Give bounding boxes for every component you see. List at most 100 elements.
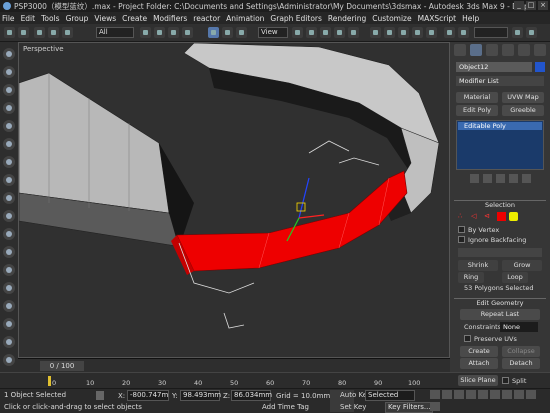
go-to-end-icon[interactable]	[478, 390, 488, 399]
tool-icon-4[interactable]	[3, 102, 15, 114]
tool-icon-16[interactable]	[3, 318, 15, 330]
tool-icon-9[interactable]	[3, 192, 15, 204]
shrink-button[interactable]: Shrink	[458, 260, 498, 271]
coordinate-system-dropdown[interactable]: View	[258, 27, 288, 38]
mirror-icon[interactable]	[370, 27, 381, 38]
display-tab-icon[interactable]	[518, 44, 530, 56]
menu-tools[interactable]: Tools	[41, 14, 59, 23]
menu-graph-editors[interactable]: Graph Editors	[270, 14, 322, 23]
detach-button[interactable]: Detach	[502, 358, 540, 369]
attach-button[interactable]: Attach	[460, 358, 498, 369]
manipulate-icon[interactable]	[306, 27, 317, 38]
menu-modifiers[interactable]: Modifiers	[153, 14, 187, 23]
modifier-stack[interactable]: Editable Poly	[456, 120, 544, 170]
go-to-start-icon[interactable]	[430, 390, 440, 399]
key-filters-button[interactable]: Key Filters...	[385, 402, 433, 413]
create-button[interactable]: Create	[460, 346, 498, 357]
selection-rollout-header[interactable]: Selection	[454, 200, 546, 209]
selection-filter-dropdown[interactable]: All	[96, 27, 134, 38]
edge-level-icon[interactable]: ◁	[471, 212, 481, 221]
next-frame-icon[interactable]	[466, 390, 476, 399]
tool-icon-8[interactable]	[3, 174, 15, 186]
tool-icon-2[interactable]	[3, 66, 15, 78]
maximize-viewport-icon[interactable]	[430, 402, 440, 411]
create-tab-icon[interactable]	[454, 44, 466, 56]
time-slider[interactable]: 0 / 100	[18, 358, 450, 372]
y-coordinate-field[interactable]: 98.493mm	[180, 390, 221, 401]
menu-animation[interactable]: Animation	[226, 14, 264, 23]
hierarchy-tab-icon[interactable]	[486, 44, 498, 56]
tool-icon-5[interactable]	[3, 120, 15, 132]
menu-create[interactable]: Create	[122, 14, 147, 23]
align-icon[interactable]	[384, 27, 395, 38]
select-move-icon[interactable]	[208, 27, 219, 38]
select-object-icon[interactable]	[140, 27, 151, 38]
show-end-result-icon[interactable]	[482, 174, 492, 183]
menu-rendering[interactable]: Rendering	[328, 14, 366, 23]
collapse-button[interactable]: Collapse	[502, 346, 540, 357]
configure-sets-icon[interactable]	[521, 174, 531, 183]
menu-edit[interactable]: Edit	[21, 14, 36, 23]
set-key-button[interactable]: Set Key	[340, 403, 366, 411]
angle-snap-icon[interactable]	[334, 27, 345, 38]
menu-file[interactable]: File	[2, 14, 15, 23]
edit-geometry-rollout-header[interactable]: Edit Geometry	[454, 298, 546, 307]
minimize-button[interactable]: _	[514, 1, 524, 10]
modify-tab-icon[interactable]	[470, 44, 482, 56]
perspective-viewport[interactable]: Perspective	[18, 42, 450, 358]
pan-icon[interactable]	[502, 390, 512, 399]
orbit-icon[interactable]	[514, 390, 524, 399]
tool-icon-1[interactable]	[3, 48, 15, 60]
border-level-icon[interactable]: ⊲	[484, 212, 494, 221]
tool-icon-3[interactable]	[3, 84, 15, 96]
select-by-name-icon[interactable]	[154, 27, 165, 38]
vertex-level-icon[interactable]: ∴	[458, 212, 468, 221]
make-unique-icon[interactable]	[495, 174, 505, 183]
lock-selection-icon[interactable]	[96, 391, 104, 400]
zoom-icon[interactable]	[490, 390, 500, 399]
tool-icon-18[interactable]	[3, 354, 15, 366]
link-icon[interactable]	[34, 27, 45, 38]
tool-icon-17[interactable]	[3, 336, 15, 348]
utilities-tab-icon[interactable]	[534, 44, 546, 56]
material-button[interactable]: Material	[456, 92, 498, 103]
rectangle-selection-icon[interactable]	[168, 27, 179, 38]
preserve-uvs-checkbox[interactable]	[464, 335, 471, 342]
stack-item-editable-poly[interactable]: Editable Poly	[458, 122, 542, 130]
menu-group[interactable]: Group	[66, 14, 89, 23]
ignore-backfacing-checkbox[interactable]	[458, 236, 465, 243]
repeat-last-button[interactable]: Repeat Last	[460, 309, 540, 320]
previous-frame-icon[interactable]	[442, 390, 452, 399]
field-of-view-icon[interactable]	[526, 390, 536, 399]
material-editor-icon[interactable]	[444, 27, 455, 38]
tool-icon-12[interactable]	[3, 246, 15, 258]
modifier-list-dropdown[interactable]: Modifier List	[456, 76, 544, 86]
grow-button[interactable]: Grow	[502, 260, 542, 271]
motion-tab-icon[interactable]	[502, 44, 514, 56]
remove-modifier-icon[interactable]	[508, 174, 518, 183]
render-setup-icon[interactable]	[458, 27, 469, 38]
menu-maxscript[interactable]: MAXScript	[418, 14, 457, 23]
window-crossing-icon[interactable]	[182, 27, 193, 38]
greeble-button[interactable]: Greeble	[502, 105, 544, 116]
uvw-map-button[interactable]: UVW Map	[502, 92, 544, 103]
edit-poly-button[interactable]: Edit Poly	[456, 105, 498, 116]
snaps-toggle-icon[interactable]	[320, 27, 331, 38]
pin-stack-icon[interactable]	[469, 174, 479, 183]
render-last-icon[interactable]	[526, 27, 537, 38]
maximize-button[interactable]: □	[526, 1, 536, 10]
x-coordinate-field[interactable]: -800.747m	[127, 390, 169, 401]
app-icon[interactable]	[3, 2, 11, 10]
schematic-view-icon[interactable]	[426, 27, 437, 38]
menu-reactor[interactable]: reactor	[193, 14, 220, 23]
pivot-center-icon[interactable]	[292, 27, 303, 38]
tool-icon-6[interactable]	[3, 138, 15, 150]
menu-help[interactable]: Help	[462, 14, 479, 23]
tool-icon-14[interactable]	[3, 282, 15, 294]
bind-space-warp-icon[interactable]	[62, 27, 73, 38]
curve-editor-icon[interactable]	[412, 27, 423, 38]
close-button[interactable]: ×	[538, 1, 548, 10]
tool-icon-7[interactable]	[3, 156, 15, 168]
tool-icon-15[interactable]	[3, 300, 15, 312]
key-mode-dropdown[interactable]: Selected	[365, 390, 415, 401]
